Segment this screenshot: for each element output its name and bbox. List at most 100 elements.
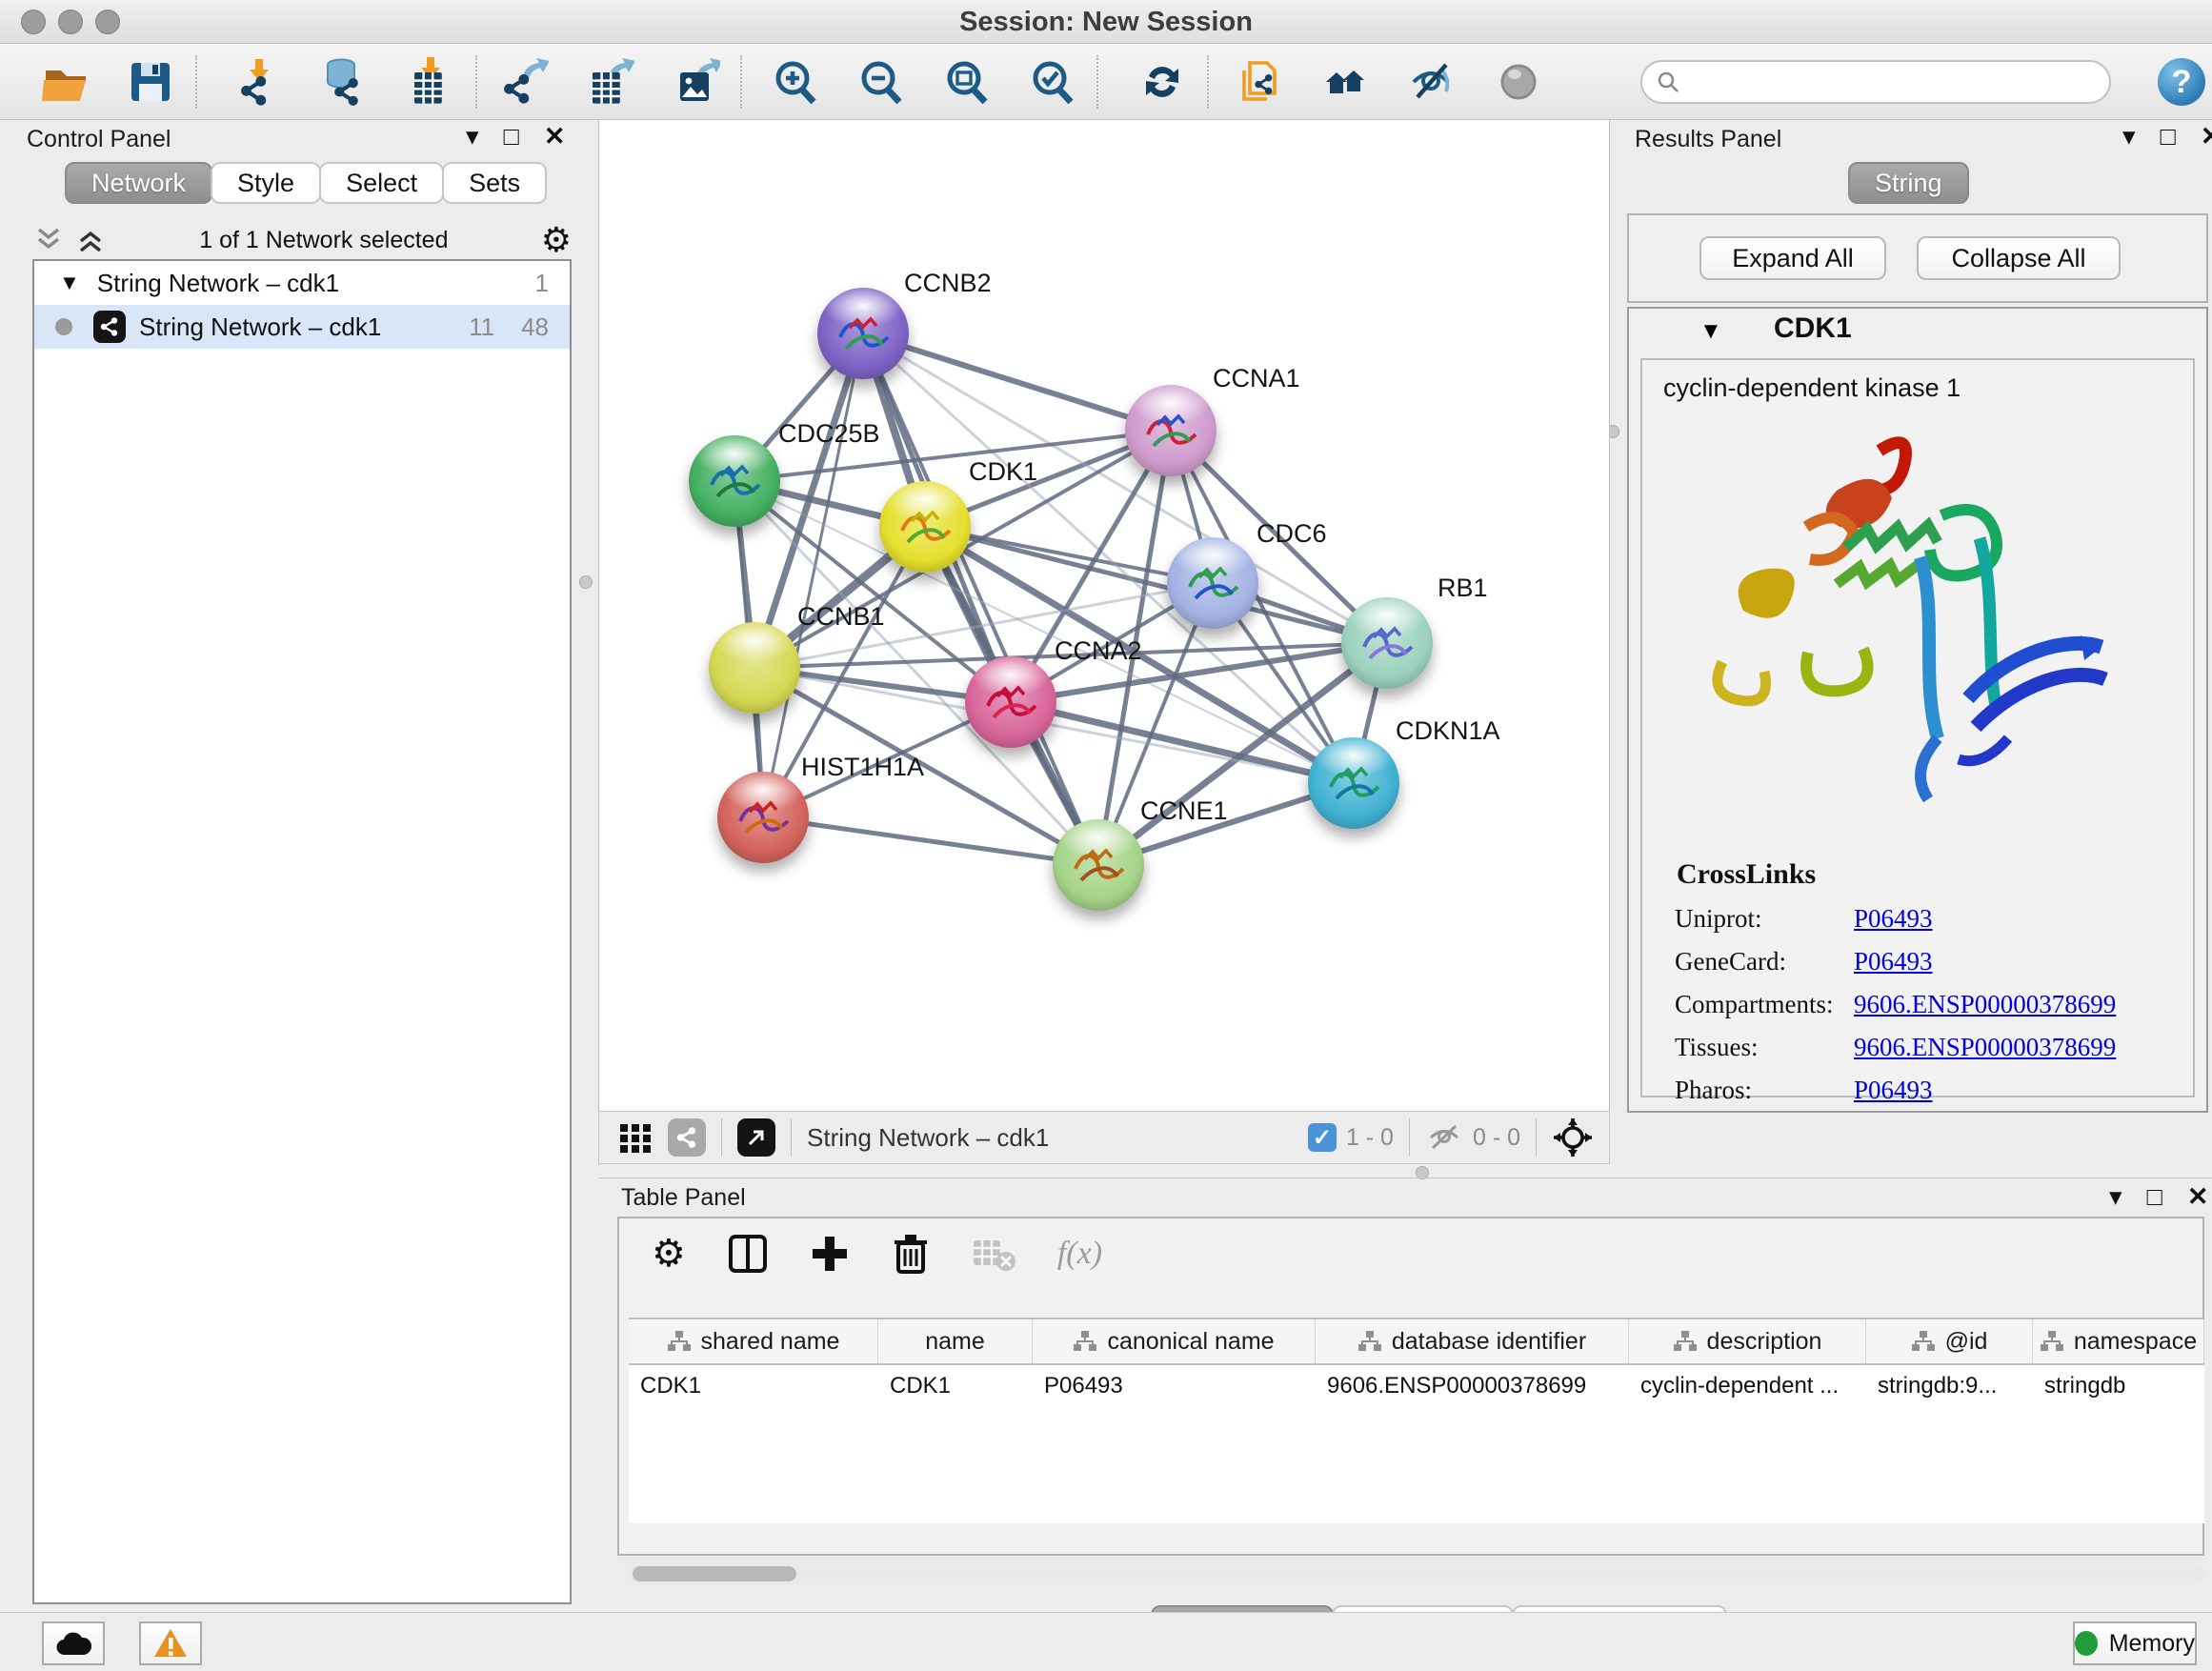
open-session-icon[interactable] <box>33 51 96 112</box>
tab-sets[interactable]: Sets <box>442 162 547 204</box>
zoom-fit-icon[interactable] <box>935 51 997 112</box>
left-splitter-handle[interactable] <box>579 575 593 589</box>
cloud-button[interactable] <box>42 1621 105 1665</box>
delete-table-icon <box>972 1235 1016 1273</box>
crosslink-value-link[interactable]: 9606.ENSP00000378699 <box>1854 1033 2116 1062</box>
edge-hist1h1a-ccne1[interactable] <box>763 817 1098 865</box>
crosslink-value-link[interactable]: P06493 <box>1854 904 1933 934</box>
collapse-all-icon[interactable] <box>32 226 65 254</box>
collapse-all-button[interactable]: Collapse All <box>1917 236 2121 280</box>
first-neighbors-icon[interactable] <box>1316 51 1378 112</box>
network-node-cdc6[interactable] <box>1167 537 1258 629</box>
panel-close-icon[interactable]: ✕ <box>544 124 566 150</box>
network-node-ccnb1[interactable] <box>709 622 800 714</box>
network-collection-row[interactable]: ▼ String Network – cdk1 1 <box>34 261 570 305</box>
table-cell[interactable]: CDK1 <box>629 1365 878 1407</box>
network-share-icon[interactable] <box>668 1118 706 1157</box>
horizontal-scrollbar[interactable] <box>629 1563 2204 1584</box>
panel-float-icon[interactable]: □ <box>2147 1184 2162 1210</box>
hide-selected-icon[interactable] <box>1401 51 1464 112</box>
show-columns-icon[interactable] <box>728 1233 768 1275</box>
panel-close-icon[interactable]: ✕ <box>2201 124 2212 150</box>
zoom-out-icon[interactable] <box>849 51 912 112</box>
scrollbar-thumb[interactable] <box>633 1566 796 1581</box>
network-node-ccna2[interactable] <box>965 656 1056 748</box>
delete-column-trash-icon[interactable] <box>892 1232 930 1276</box>
panel-float-icon[interactable]: □ <box>2161 124 2176 150</box>
column-type-icon <box>1357 1330 1382 1353</box>
expand-all-icon[interactable] <box>74 226 107 254</box>
tab-network[interactable]: Network <box>65 162 212 204</box>
import-network-database-icon[interactable] <box>313 51 376 112</box>
table-cell[interactable]: P06493 <box>1033 1365 1316 1407</box>
column-header-description[interactable]: description <box>1629 1319 1866 1363</box>
column-header-canonical-name[interactable]: canonical name <box>1033 1319 1316 1363</box>
column-header-database-identifier[interactable]: database identifier <box>1316 1319 1629 1363</box>
crosslink-value-link[interactable]: P06493 <box>1854 1076 1933 1105</box>
panel-close-icon[interactable]: ✕ <box>2187 1184 2209 1210</box>
apply-layout-icon[interactable] <box>1131 51 1194 112</box>
toolbar-separator <box>195 55 197 109</box>
export-image-icon[interactable] <box>664 51 727 112</box>
network-node-cdkn1a[interactable] <box>1308 737 1399 829</box>
birdseye-grid-icon[interactable] <box>616 1118 654 1157</box>
zoom-in-icon[interactable] <box>763 51 826 112</box>
column-header-shared-name[interactable]: shared name <box>629 1319 878 1363</box>
zoom-selected-icon[interactable] <box>1020 51 1083 112</box>
column-header-namespace[interactable]: namespace <box>2033 1319 2204 1363</box>
crosslink-value-link[interactable]: 9606.ENSP00000378699 <box>1854 990 2116 1019</box>
warnings-button[interactable] <box>139 1621 202 1665</box>
network-node-ccnb2[interactable] <box>817 288 909 379</box>
table-cell[interactable]: cyclin-dependent ... <box>1629 1365 1866 1407</box>
network-node-cdc25b[interactable] <box>689 435 780 527</box>
clone-network-icon[interactable] <box>1230 51 1293 112</box>
tab-string[interactable]: String <box>1848 162 1969 204</box>
search-input[interactable] <box>1680 69 2081 95</box>
help-button[interactable]: ? <box>2158 58 2205 106</box>
tab-style[interactable]: Style <box>211 162 321 204</box>
open-in-window-icon[interactable] <box>737 1118 775 1157</box>
import-table-file-icon[interactable] <box>399 51 462 112</box>
network-label: String Network – cdk1 <box>139 312 381 342</box>
column-header--id[interactable]: @id <box>1866 1319 2033 1363</box>
column-header-name[interactable]: name <box>878 1319 1033 1363</box>
panel-float-icon[interactable]: □ <box>504 124 519 150</box>
show-all-icon[interactable] <box>1487 51 1550 112</box>
fit-content-crosshair-icon[interactable] <box>1552 1117 1594 1158</box>
network-selection-status: 1 of 1 Network selected <box>107 227 541 254</box>
table-cell[interactable]: 9606.ENSP00000378699 <box>1316 1365 1629 1407</box>
table-options-gear-icon[interactable]: ⚙ <box>652 1235 686 1273</box>
network-node-ccne1[interactable] <box>1053 819 1144 911</box>
network-node-cdk1[interactable] <box>879 481 971 573</box>
network-node-rb1[interactable] <box>1341 597 1433 689</box>
network-view-canvas[interactable]: CCNB2 CCNA1 CDC25B CDK1 CDC6 RB1CCNB1 CC… <box>598 120 1610 1111</box>
edge-ccnb2-hist1h1a[interactable] <box>763 333 863 817</box>
panel-menu-icon[interactable]: ▾ <box>2109 1184 2122 1210</box>
import-network-file-icon[interactable] <box>228 51 291 112</box>
edge-ccna2-cdkn1a[interactable] <box>1011 702 1354 783</box>
table-panel-title: Table Panel <box>621 1184 746 1211</box>
network-node-ccna1[interactable] <box>1125 385 1217 476</box>
tree-expand-icon[interactable]: ▼ <box>59 271 80 295</box>
save-session-icon[interactable] <box>119 51 182 112</box>
panel-menu-icon[interactable]: ▾ <box>466 124 479 150</box>
export-network-icon[interactable] <box>493 51 555 112</box>
search-box[interactable] <box>1640 60 2111 104</box>
export-table-icon[interactable] <box>578 51 641 112</box>
network-node-hist1h1a[interactable] <box>717 772 809 863</box>
create-column-plus-icon[interactable] <box>810 1233 850 1275</box>
entry-name: CDK1 <box>1774 312 1852 345</box>
memory-button[interactable]: Memory <box>2073 1621 2197 1665</box>
panel-menu-icon[interactable]: ▾ <box>2122 124 2136 150</box>
network-options-gear-icon[interactable]: ⚙ <box>541 223 572 257</box>
entry-collapse-icon[interactable]: ▼ <box>1699 318 1722 345</box>
edge-ccnb2-ccne1[interactable] <box>863 333 1098 865</box>
table-cell[interactable]: stringdb:9... <box>1866 1365 2033 1407</box>
tab-select[interactable]: Select <box>319 162 444 204</box>
selected-checkbox-icon[interactable]: ✓ <box>1308 1123 1337 1152</box>
table-cell[interactable]: stringdb <box>2033 1365 2204 1407</box>
expand-all-button[interactable]: Expand All <box>1699 236 1886 280</box>
crosslink-value-link[interactable]: P06493 <box>1854 947 1933 976</box>
network-row[interactable]: String Network – cdk1 11 48 <box>34 305 570 349</box>
table-cell[interactable]: CDK1 <box>878 1365 1033 1407</box>
